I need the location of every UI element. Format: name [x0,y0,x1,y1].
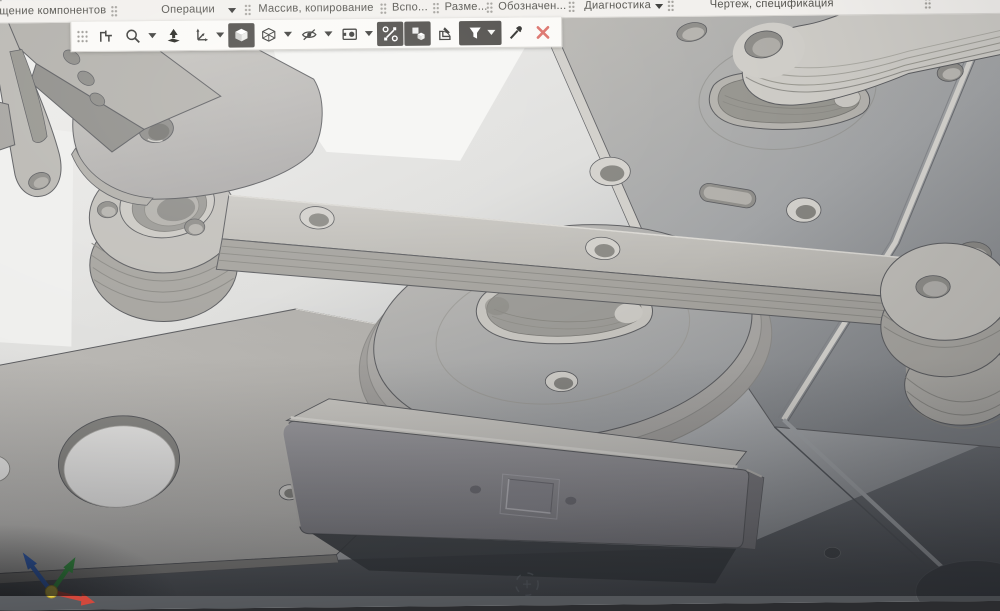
sketch-corner-icon [99,30,112,42]
cad-viewport[interactable] [0,0,1000,611]
orient-view-icon [167,28,180,43]
drag-handle[interactable] [924,0,932,10]
toolbar-set-drawing-spec[interactable]: Чертеж, спецификация [710,0,834,11]
chevron-down-icon[interactable] [283,31,293,37]
drag-handle[interactable] [567,0,576,13]
chevron-down-icon[interactable] [364,31,374,37]
chevron-down-icon[interactable] [324,31,333,37]
toolbar-set-dimensions[interactable]: Разме... [445,1,488,14]
zoom-button[interactable] [120,24,147,49]
cad-model [0,0,1000,611]
chevron-down-icon[interactable] [655,3,664,10]
measure-angle-button[interactable] [432,21,459,46]
chevron-down-icon[interactable] [148,33,157,39]
zoom-icon [126,29,140,43]
hide-objects-button[interactable] [296,22,323,47]
hidden-eye-icon [301,28,317,40]
drag-handle[interactable] [432,2,440,15]
coordinate-axes-button[interactable] [188,23,215,48]
image-capture-button[interactable] [336,22,363,47]
toolbar-set-placement-components[interactable]: мещение компонентов [0,4,106,17]
close-button[interactable] [530,20,557,45]
drag-handle[interactable] [110,5,118,18]
filter-button[interactable] [458,20,502,45]
chevron-down-icon[interactable] [228,8,237,14]
endpoints-line-icon [382,25,398,41]
chevron-down-icon[interactable] [216,32,225,38]
close-icon [536,25,550,39]
toolbar-set-auxiliary[interactable]: Вспо... [392,1,428,13]
ribbon-clipped-fragment: ент [0,0,4,1]
measure-angle-icon [439,26,451,40]
photographed-screen: ент Геометрия мещение компонентов Операц… [0,0,1000,611]
toolbar-set-diagnostics[interactable]: Диагностика [584,0,651,12]
eyedropper-icon [509,25,522,39]
floating-toolbar [70,17,563,53]
wireframe-view-button[interactable] [255,22,282,47]
coordinate-axes-icon [196,28,209,41]
endpoints-line-button[interactable] [376,21,404,46]
drag-handle[interactable] [486,1,494,14]
shaded-view-button[interactable] [228,22,255,48]
image-frame-icon [342,28,357,40]
scene-components-button[interactable] [404,20,431,46]
orient-view-button[interactable] [160,23,187,48]
eyedropper-button[interactable] [502,20,529,45]
shaded-cube-icon [235,28,248,41]
toolbar-set-operations[interactable]: Операции [161,3,215,16]
drag-handle[interactable] [379,2,387,15]
filter-funnel-icon [469,26,481,39]
drag-handle[interactable] [244,3,252,17]
wireframe-cube-icon [262,27,276,42]
drag-handle[interactable] [667,0,675,13]
toolbar-drag-handle[interactable] [76,29,88,43]
toolbar-set-designations[interactable]: Обозначен... [498,0,566,13]
sketch-corner-button[interactable] [93,24,120,49]
scene-components-icon [412,27,425,40]
toolbar-set-array-copy[interactable]: Массив, копирование [258,2,373,15]
chevron-down-icon[interactable] [486,29,495,35]
